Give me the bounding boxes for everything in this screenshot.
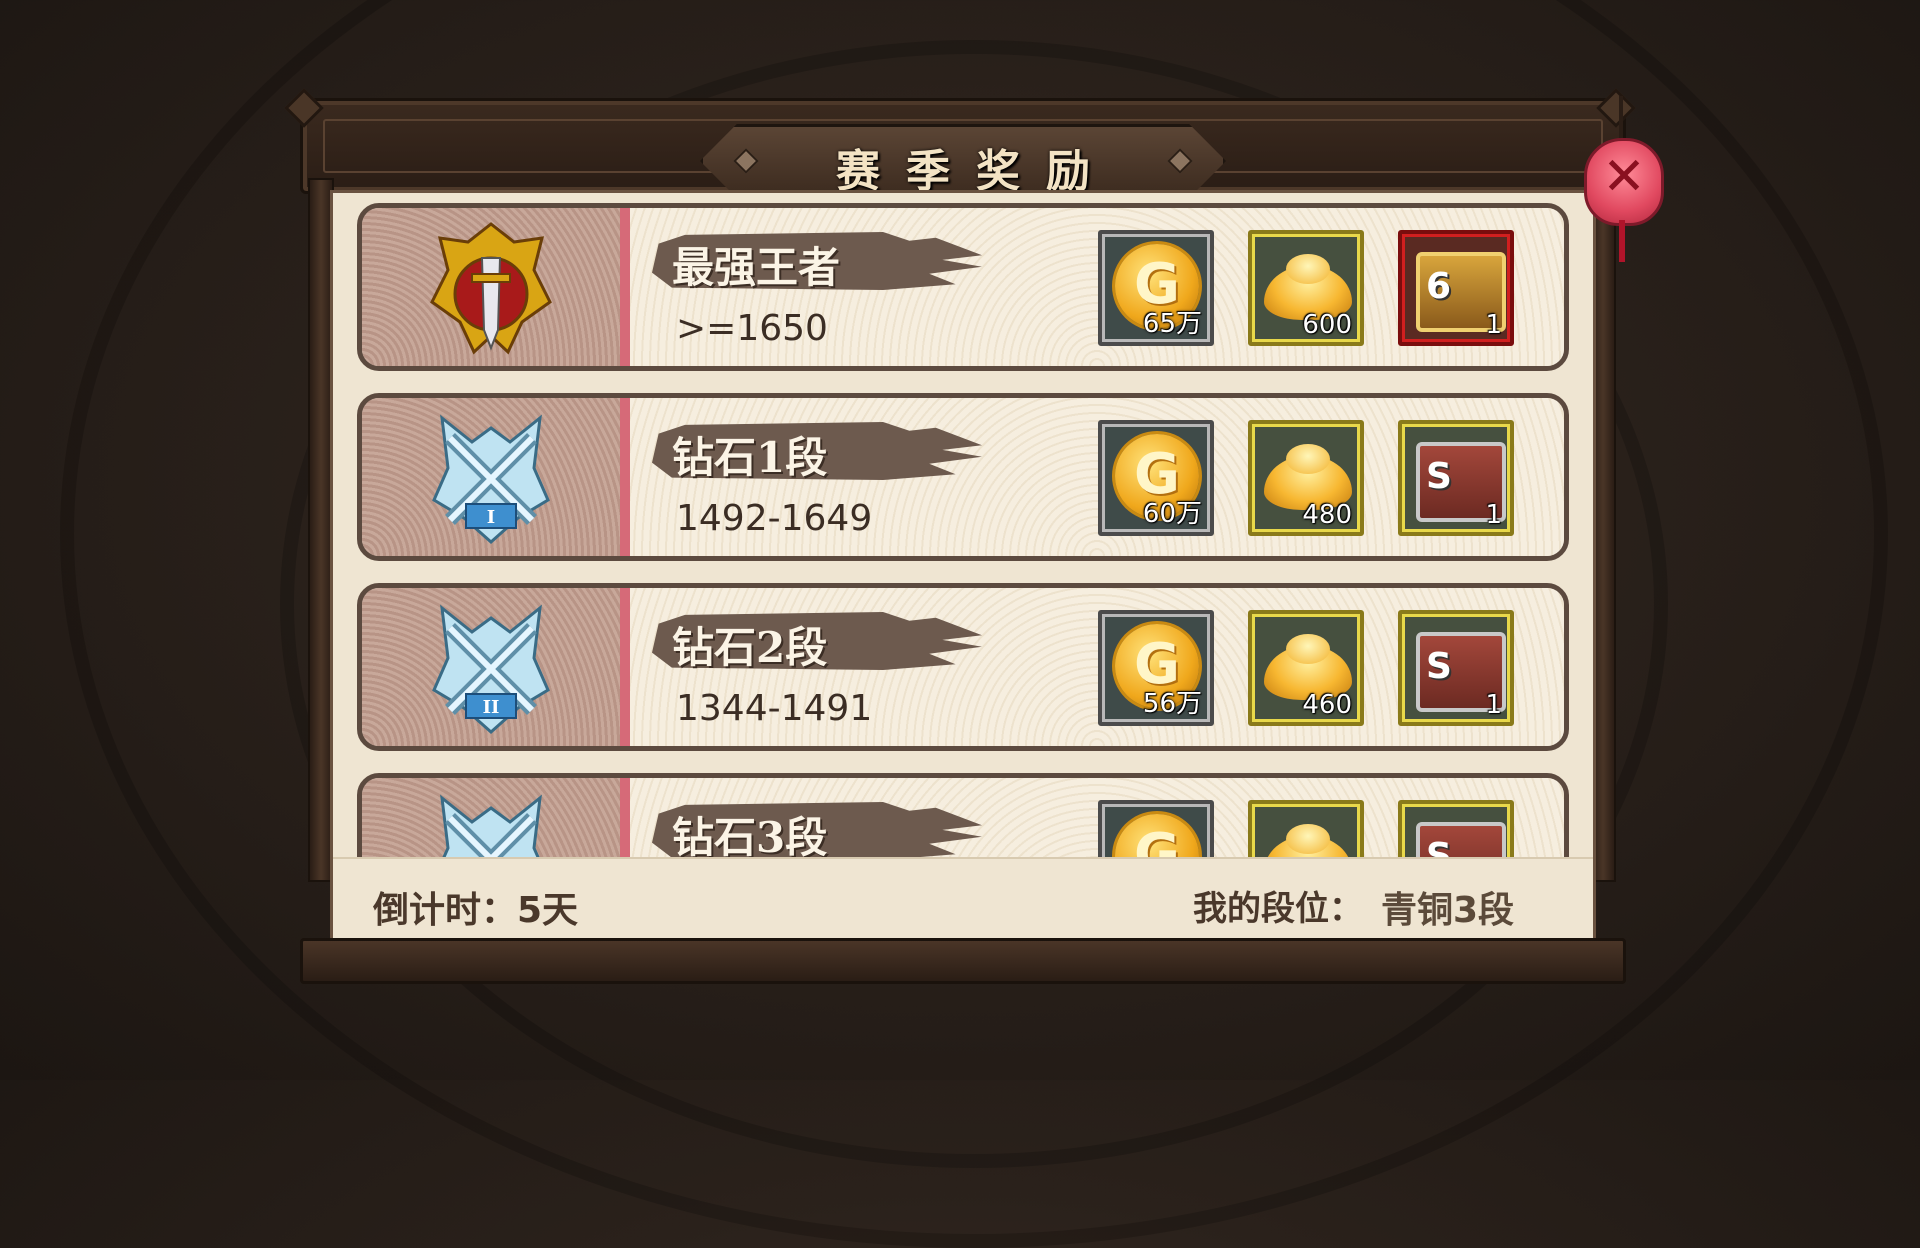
reward-quantity: 1 <box>1485 500 1502 530</box>
king-dragon-emblem-icon <box>430 222 552 355</box>
reward-slot[interactable]: G 65万 <box>1098 230 1214 346</box>
gold-ingot-icon <box>1264 824 1352 857</box>
tier-name: 钻石1段 <box>672 433 828 482</box>
emblem-numeral: II <box>483 697 500 718</box>
tier-content: 钻石3段 G S <box>630 778 1564 857</box>
tier-name: 钻石3段 <box>672 813 828 857</box>
reward-tier-row: II 钻石2段 1344-1491 G 56万 460 S 1 <box>357 583 1569 751</box>
tier-score-range: 1492-1649 <box>676 498 873 539</box>
dialog-bottom-frame <box>300 938 1626 984</box>
diamond-emblem-icon <box>440 794 542 857</box>
reward-slot[interactable]: S 1 <box>1398 420 1514 536</box>
reward-quantity: 460 <box>1302 690 1352 720</box>
reward-slot[interactable]: 6 1 <box>1398 230 1514 346</box>
reward-tier-row: 钻石3段 G S <box>357 773 1569 857</box>
close-icon: ✕ <box>1602 147 1646 207</box>
reward-slot[interactable]: 600 <box>1248 230 1364 346</box>
season-countdown: 倒计时：5天 <box>373 890 579 931</box>
reward-slot[interactable]: 480 <box>1248 420 1364 536</box>
tier-content: 钻石2段 1344-1491 G 56万 460 S 1 <box>630 588 1564 746</box>
close-button-tassel <box>1619 220 1625 262</box>
reward-quantity: 1 <box>1485 310 1502 340</box>
tier-content: 最强王者 >=1650 G 65万 600 6 1 <box>630 208 1564 366</box>
reward-slot[interactable]: G 56万 <box>1098 610 1214 726</box>
reward-quantity: 65万 <box>1142 309 1202 339</box>
close-button[interactable]: ✕ <box>1584 138 1664 226</box>
diamond-emblem-icon: I <box>432 414 550 545</box>
emblem-box <box>362 778 630 857</box>
emblem-numeral: I <box>487 507 495 528</box>
reward-slot[interactable]: S 1 <box>1398 610 1514 726</box>
diamond-emblem-icon: II <box>432 604 550 735</box>
emblem-box <box>362 208 630 366</box>
tier-name: 钻石2段 <box>672 623 828 672</box>
close-button-string <box>1619 96 1623 140</box>
reward-quantity: 60万 <box>1142 499 1202 529</box>
reward-quantity: 600 <box>1302 310 1352 340</box>
reward-tier-row: 最强王者 >=1650 G 65万 600 6 1 <box>357 203 1569 371</box>
emblem-box: I <box>362 398 630 556</box>
tier-score-range: >=1650 <box>676 308 828 349</box>
my-rank-value: 青铜3段 <box>1381 890 1515 931</box>
dialog-footer: 倒计时：5天 我的段位： 青铜3段 <box>333 857 1593 943</box>
reward-quantity: 1 <box>1485 690 1502 720</box>
season-rewards-dialog: 赛季奖励 最强王者 >=1650 G 65万 600 6 1 I 钻石1段 14… <box>284 88 1636 984</box>
reward-quantity: 56万 <box>1142 689 1202 719</box>
reward-slot[interactable]: G <box>1098 800 1214 857</box>
emblem-box: II <box>362 588 630 746</box>
reward-slot[interactable] <box>1248 800 1364 857</box>
my-rank-label: 我的段位： <box>1193 889 1363 929</box>
reward-tier-row: I 钻石1段 1492-1649 G 60万 480 S 1 <box>357 393 1569 561</box>
tier-score-range: 1344-1491 <box>676 688 873 729</box>
reward-quantity: 480 <box>1302 500 1352 530</box>
reward-slot[interactable]: 460 <box>1248 610 1364 726</box>
rewards-list[interactable]: 最强王者 >=1650 G 65万 600 6 1 I 钻石1段 1492-16… <box>333 203 1593 857</box>
treasure-chest-icon: S <box>1416 822 1506 857</box>
tier-content: 钻石1段 1492-1649 G 60万 480 S 1 <box>630 398 1564 556</box>
tier-name: 最强王者 <box>672 243 841 292</box>
rewards-panel: 最强王者 >=1650 G 65万 600 6 1 I 钻石1段 1492-16… <box>330 190 1596 946</box>
gold-coin-icon: G <box>1115 814 1199 857</box>
reward-slot[interactable]: G 60万 <box>1098 420 1214 536</box>
title-plate: 赛季奖励 <box>700 124 1226 198</box>
reward-slot[interactable]: S <box>1398 800 1514 857</box>
